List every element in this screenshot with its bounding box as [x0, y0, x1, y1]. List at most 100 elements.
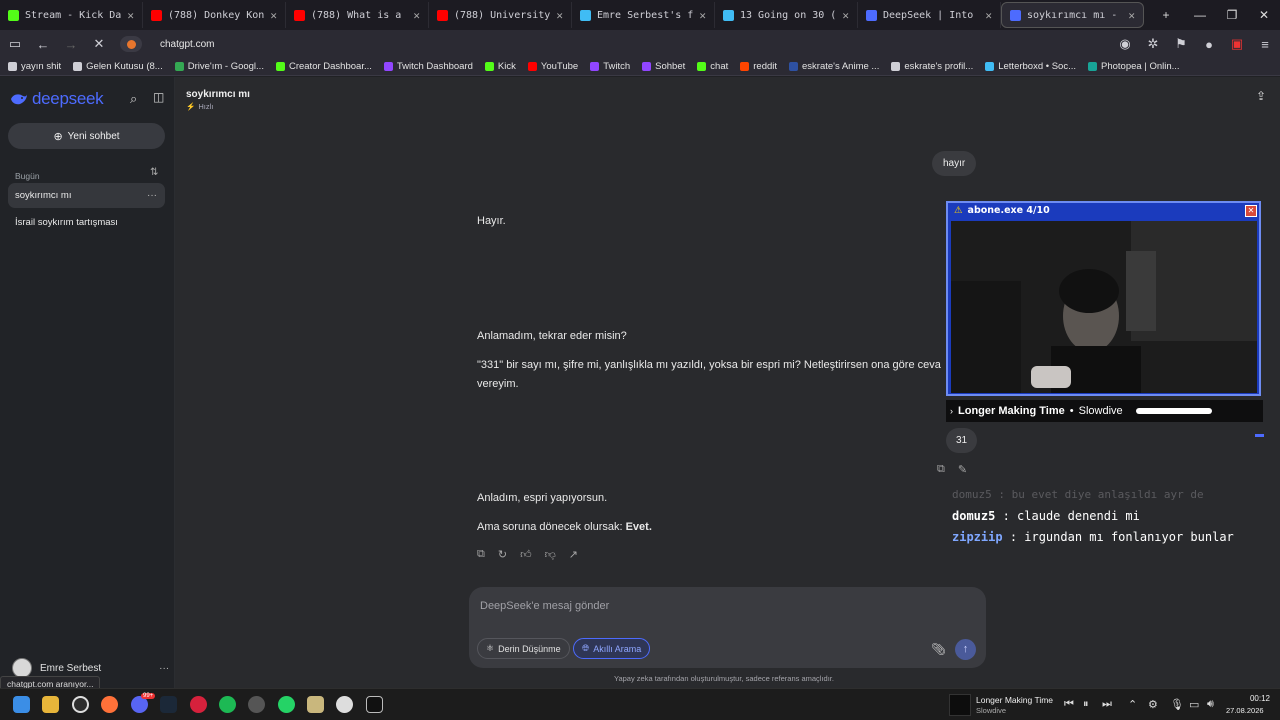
- puzzle-icon[interactable]: ✲: [1146, 36, 1160, 52]
- bookmark-item[interactable]: chat: [697, 61, 728, 72]
- whatsapp-icon[interactable]: [278, 696, 295, 713]
- send-button[interactable]: ↑: [955, 639, 976, 660]
- browser-tab[interactable]: DeepSeek | Into the Unk ✕: [858, 2, 1001, 28]
- steam-icon[interactable]: [160, 696, 177, 713]
- ccleaner-icon[interactable]: [336, 696, 353, 713]
- history-item-label: soykırımcı mı: [15, 190, 72, 201]
- site-identity-icon[interactable]: [120, 36, 142, 52]
- microphone-icon[interactable]: 🎙︎: [1170, 698, 1184, 711]
- browser-tab[interactable]: (788) Donkey Kong Count ✕: [143, 2, 286, 28]
- bookmark-item[interactable]: Sohbet: [642, 61, 685, 72]
- tab-close-icon[interactable]: ✕: [127, 9, 134, 22]
- deepseek-logo[interactable]: deepseek: [10, 89, 104, 109]
- copy-icon[interactable]: ⧉: [477, 548, 485, 561]
- bookmark-item[interactable]: Kick: [484, 61, 516, 72]
- regenerate-icon[interactable]: ↻: [498, 548, 507, 561]
- new-chat-button[interactable]: ⊕ Yeni sohbet: [8, 123, 165, 149]
- bookmark-item[interactable]: Drive'ım - Googl...: [174, 61, 264, 72]
- sort-icon[interactable]: ⇅: [150, 167, 158, 178]
- browser-tab[interactable]: (788) What is a kos ✕: [286, 2, 429, 28]
- tab-close-icon[interactable]: ✕: [985, 9, 992, 22]
- app-icon[interactable]: [248, 696, 265, 713]
- user-menu-icon[interactable]: ···: [159, 663, 169, 674]
- notification-icon[interactable]: ▣: [1230, 36, 1244, 52]
- bookmark-favicon-icon: [697, 62, 707, 71]
- tab-close-icon[interactable]: ✕: [699, 9, 706, 22]
- menu-icon[interactable]: ≡: [1258, 37, 1272, 52]
- thumbs-down-icon[interactable]: 👎︎: [545, 548, 556, 561]
- attach-icon[interactable]: 📎︎: [931, 642, 946, 656]
- tray-expand-icon[interactable]: ⌃: [1128, 698, 1137, 711]
- bookmark-item[interactable]: eskrate's profil...: [891, 61, 973, 72]
- browser-tab[interactable]: Emre Serbest's films · ✕: [572, 2, 715, 28]
- stop-loading-icon[interactable]: ✕: [92, 36, 106, 52]
- close-window-button[interactable]: ✕: [1248, 8, 1280, 22]
- bookmark-item[interactable]: eskrate's Anime ...: [789, 61, 879, 72]
- search-icon[interactable]: ⌕: [130, 91, 137, 107]
- pause-icon[interactable]: ⏸: [1083, 698, 1089, 711]
- new-tab-button[interactable]: +: [1150, 8, 1182, 22]
- tab-close-icon[interactable]: ✕: [1128, 9, 1135, 22]
- windows-start-icon[interactable]: [13, 696, 30, 713]
- clock-time[interactable]: 00:12: [1234, 694, 1270, 703]
- tab-close-icon[interactable]: ✕: [556, 9, 563, 22]
- bookmark-item[interactable]: Photopea | Onlin...: [1088, 61, 1180, 72]
- firefox-icon[interactable]: [101, 696, 118, 713]
- history-item-label: İsrail soykırım tartışması: [15, 217, 118, 228]
- browser-tab[interactable]: Stream - Kick Dashboar ✕: [0, 2, 143, 28]
- message-input[interactable]: DeepSeek'e mesaj gönder: [480, 600, 609, 612]
- edit-icon[interactable]: ✎: [958, 463, 967, 476]
- next-track-icon[interactable]: ⏭: [1102, 698, 1112, 711]
- history-item[interactable]: İsrail soykırım tartışması: [8, 210, 165, 235]
- copy-icon[interactable]: ⧉: [937, 463, 945, 476]
- share-icon[interactable]: ↗: [569, 548, 578, 561]
- more-options-icon[interactable]: ···: [147, 190, 157, 201]
- volume-icon[interactable]: 🔊︎: [1207, 698, 1214, 711]
- profile-icon[interactable]: ●: [1202, 37, 1216, 52]
- forward-icon[interactable]: →: [64, 37, 78, 52]
- browser-tab[interactable]: (788) University of ✕: [429, 2, 572, 28]
- user-profile[interactable]: Emre Serbest ···: [12, 658, 169, 678]
- app-icon[interactable]: [190, 696, 207, 713]
- bookmark-item[interactable]: yayın shit: [8, 61, 61, 72]
- thumbs-up-icon[interactable]: 👍︎: [520, 548, 532, 561]
- obs-icon[interactable]: [72, 696, 89, 713]
- tab-close-icon[interactable]: ✕: [842, 9, 849, 22]
- epic-games-icon[interactable]: [366, 696, 383, 713]
- browser-tab[interactable]: 13 Going on 30 (2004) ✕: [715, 2, 858, 28]
- bookmark-item[interactable]: Creator Dashboar...: [275, 61, 372, 72]
- sidebar-toggle-icon[interactable]: ▭: [8, 36, 22, 52]
- share-icon[interactable]: ⇪: [1256, 89, 1266, 103]
- steam-tray-icon[interactable]: ⚙: [1148, 698, 1158, 711]
- minimize-button[interactable]: —: [1184, 8, 1216, 22]
- spotify-icon[interactable]: [219, 696, 236, 713]
- extension-icon[interactable]: ◉: [1118, 36, 1132, 52]
- clock-date[interactable]: 27.08.2026: [1226, 706, 1264, 715]
- mode-badge: ⚡ Hızlı: [186, 102, 213, 111]
- history-item-selected[interactable]: soykırımcı mı ···: [8, 183, 165, 208]
- tab-title: soykırımcı mı - DeepSe: [1027, 9, 1122, 21]
- browser-tab[interactable]: soykırımcı mı - DeepSe ✕: [1001, 2, 1144, 28]
- bookmark-item[interactable]: reddit: [740, 61, 777, 72]
- maximize-button[interactable]: ❐: [1216, 8, 1248, 22]
- tab-close-icon[interactable]: ✕: [413, 9, 420, 22]
- smart-search-button[interactable]: 🌐︎ Akıllı Arama: [573, 638, 651, 659]
- bookmark-item[interactable]: Twitch: [590, 61, 630, 72]
- bookmark-favicon-icon: [891, 62, 901, 71]
- url-field[interactable]: chatgpt.com: [160, 39, 214, 50]
- sync-icon[interactable]: ⚑: [1174, 36, 1188, 52]
- bookmark-item[interactable]: Gelen Kutusu (8...: [73, 61, 163, 72]
- deep-think-button[interactable]: ⚛ Derin Düşünme: [477, 638, 570, 659]
- bookmark-item[interactable]: Twitch Dashboard: [383, 61, 473, 72]
- bookmark-item[interactable]: YouTube: [527, 61, 578, 72]
- app-icon[interactable]: [307, 696, 324, 713]
- previous-track-icon[interactable]: ⏮: [1064, 698, 1074, 711]
- back-icon[interactable]: ←: [36, 37, 50, 52]
- bookmark-favicon-icon: [789, 62, 799, 71]
- file-explorer-icon[interactable]: [42, 696, 59, 713]
- bookmark-item[interactable]: Letterboxd • Soc...: [985, 61, 1076, 72]
- network-icon[interactable]: ▭: [1189, 698, 1199, 711]
- collapse-sidebar-icon[interactable]: ◫: [153, 90, 164, 104]
- tab-title: Emre Serbest's films ·: [597, 9, 694, 21]
- tab-close-icon[interactable]: ✕: [270, 9, 277, 22]
